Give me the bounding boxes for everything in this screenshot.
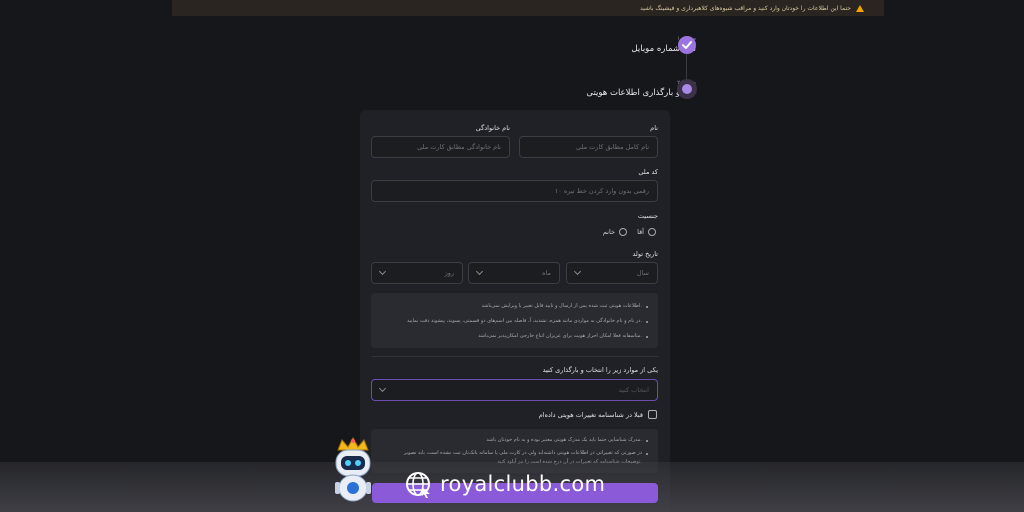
robot-mascot-icon [330,436,376,506]
active-step-icon [677,79,697,99]
globe-icon [406,472,430,498]
warning-icon [856,4,864,12]
gender-female-radio[interactable] [619,228,627,236]
divider [372,356,658,357]
birth-year-select[interactable]: سال [566,262,658,284]
chevron-down-icon [573,267,582,276]
bullet-icon [646,440,648,442]
note-item: اطلاعات هویتی ثبت شده پس از ارسال و تایی… [481,303,642,309]
document-select-title: یکی از موارد زیر را انتخاب و بارگذاری کن… [542,366,658,374]
birth-date-label: تاریخ تولد [632,250,658,258]
check-icon [678,36,696,54]
warning-banner: حتما این اطلاعات را خودتان وارد کنید و م… [172,0,884,16]
birth-day-placeholder: روز [444,269,454,277]
info-notes: اطلاعات هویتی ثبت شده پس از ارسال و تایی… [371,293,658,348]
identity-change-label: قبلا در شناسنامه تغییرات هویتی داده‌ام [538,411,643,419]
document-select-placeholder: انتخاب کنید [618,386,649,394]
national-code-label: کد ملی [638,168,658,176]
note-item: مدرک شناسایی حتما باید یک مدرک هویتی معت… [486,437,642,443]
chevron-down-icon [475,267,484,276]
last-name-field[interactable]: نام خانوادگی مطابق کارت ملی [371,136,510,158]
bullet-icon [646,336,648,338]
chevron-down-icon [378,384,387,393]
note-item: در صورتی که تغییراتی در اطلاعات هویتی دا… [403,450,642,456]
note-item: در نام و نام خانوادگی به مواردی مانند هم… [407,318,642,324]
gender-label: جنسیت [637,212,658,220]
document-select[interactable]: انتخاب کنید [371,379,658,401]
watermark: royalclubb.com [404,470,605,498]
birth-month-select[interactable]: ماه [468,262,560,284]
birth-year-placeholder: سال [636,269,649,277]
gender-female-label: خانم [602,228,615,236]
identity-change-checkbox[interactable] [648,410,657,419]
birth-month-placeholder: ماه [542,269,551,277]
gender-male-label: آقا [637,228,644,236]
birth-day-select[interactable]: روز [371,262,463,284]
gender-male-radio[interactable] [648,228,656,236]
note-item: متاسفانه فعلا امکان احراز هویت برای عزیز… [478,333,642,339]
first-name-label: نام [650,124,658,132]
watermark-text: royalclubb.com [440,472,606,496]
stepper-line [686,54,687,80]
chevron-down-icon [378,267,387,276]
bullet-icon [646,306,648,308]
bullet-icon [646,321,648,323]
bullet-icon [646,453,648,455]
last-name-label: نام خانوادگی [475,124,510,132]
warning-text: حتما این اطلاعات را خودتان وارد کنید و م… [640,4,851,12]
first-name-field[interactable]: نام کامل مطابق کارت ملی [519,136,658,158]
national-code-field[interactable]: ۱۰ رقمی بدون وارد کردن خط تیره [371,180,658,202]
